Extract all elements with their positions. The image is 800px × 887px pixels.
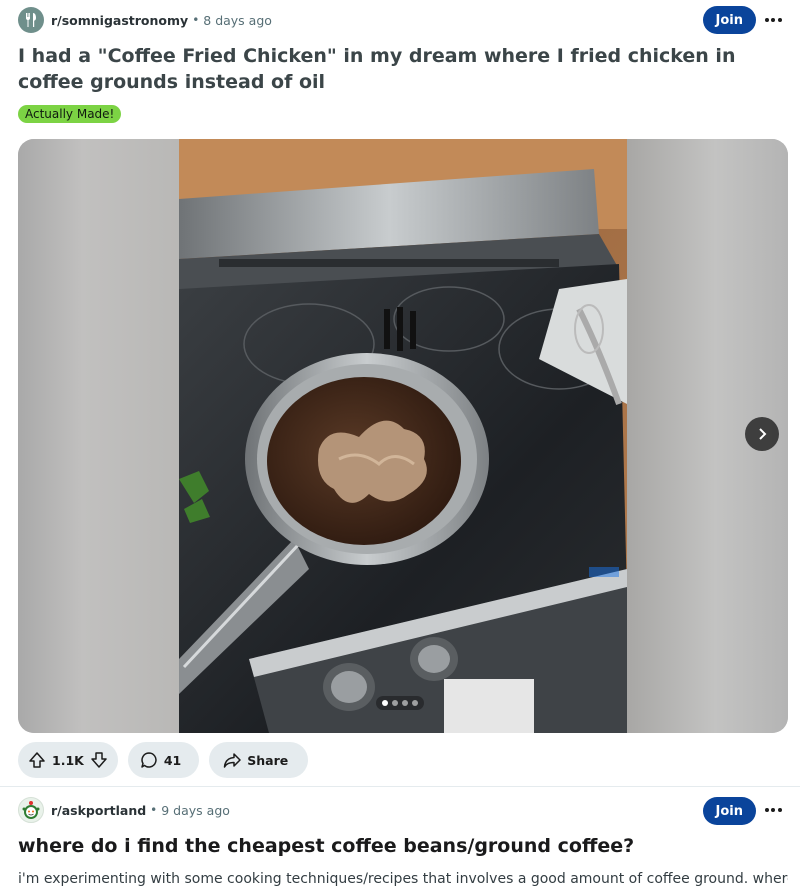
separator-dot: •	[192, 13, 200, 27]
media-blur-left	[18, 139, 179, 733]
upvote-icon[interactable]	[28, 751, 46, 769]
post-meta: r/somnigastronomy • 8 days ago	[18, 6, 272, 34]
share-button[interactable]: Share	[209, 742, 309, 778]
stove-pan-illustration	[179, 139, 627, 733]
post-title[interactable]: I had a "Coffee Fried Chicken" in my dre…	[18, 43, 778, 95]
subreddit-avatar[interactable]	[18, 7, 44, 33]
post-card[interactable]: r/askportland • 9 days ago Join where do…	[0, 786, 800, 887]
vote-pill: 1.1K	[18, 742, 118, 778]
chevron-right-icon	[759, 428, 767, 440]
subreddit-name[interactable]: r/askportland	[51, 803, 146, 818]
carousel-dot[interactable]	[402, 700, 408, 706]
subreddit-avatar[interactable]	[18, 797, 44, 823]
share-label: Share	[247, 752, 289, 768]
post-flair[interactable]: Actually Made!	[18, 105, 122, 123]
comment-count: 41	[163, 752, 182, 768]
comments-button[interactable]: 41	[127, 742, 200, 778]
join-button[interactable]: Join	[702, 6, 756, 34]
post-excerpt[interactable]: i'm experimenting with some cooking tech…	[18, 871, 788, 887]
carousel-dots[interactable]	[376, 696, 424, 710]
share-icon	[224, 753, 241, 768]
post-image[interactable]	[179, 139, 627, 733]
carousel-dot[interactable]	[412, 700, 418, 706]
post-title[interactable]: where do i find the cheapest coffee bean…	[18, 833, 778, 859]
snoo-icon	[22, 801, 40, 819]
downvote-icon[interactable]	[90, 751, 108, 769]
join-button[interactable]: Join	[702, 797, 756, 825]
subreddit-name[interactable]: r/somnigastronomy	[51, 13, 188, 28]
carousel-next-button[interactable]	[745, 417, 779, 451]
fork-knife-icon	[25, 13, 36, 27]
carousel-dot[interactable]	[382, 700, 388, 706]
more-icon[interactable]	[760, 796, 786, 824]
post-age: 8 days ago	[203, 12, 272, 28]
post-actions: 1.1K 41 Share	[18, 742, 309, 778]
post-media-carousel[interactable]	[18, 139, 788, 733]
more-icon[interactable]	[760, 6, 786, 34]
vote-count: 1.1K	[52, 752, 84, 768]
separator-dot: •	[150, 803, 158, 817]
carousel-dot[interactable]	[392, 700, 398, 706]
post-meta: r/askportland • 9 days ago	[18, 796, 230, 824]
comment-icon	[141, 752, 157, 768]
post-age: 9 days ago	[161, 802, 230, 818]
